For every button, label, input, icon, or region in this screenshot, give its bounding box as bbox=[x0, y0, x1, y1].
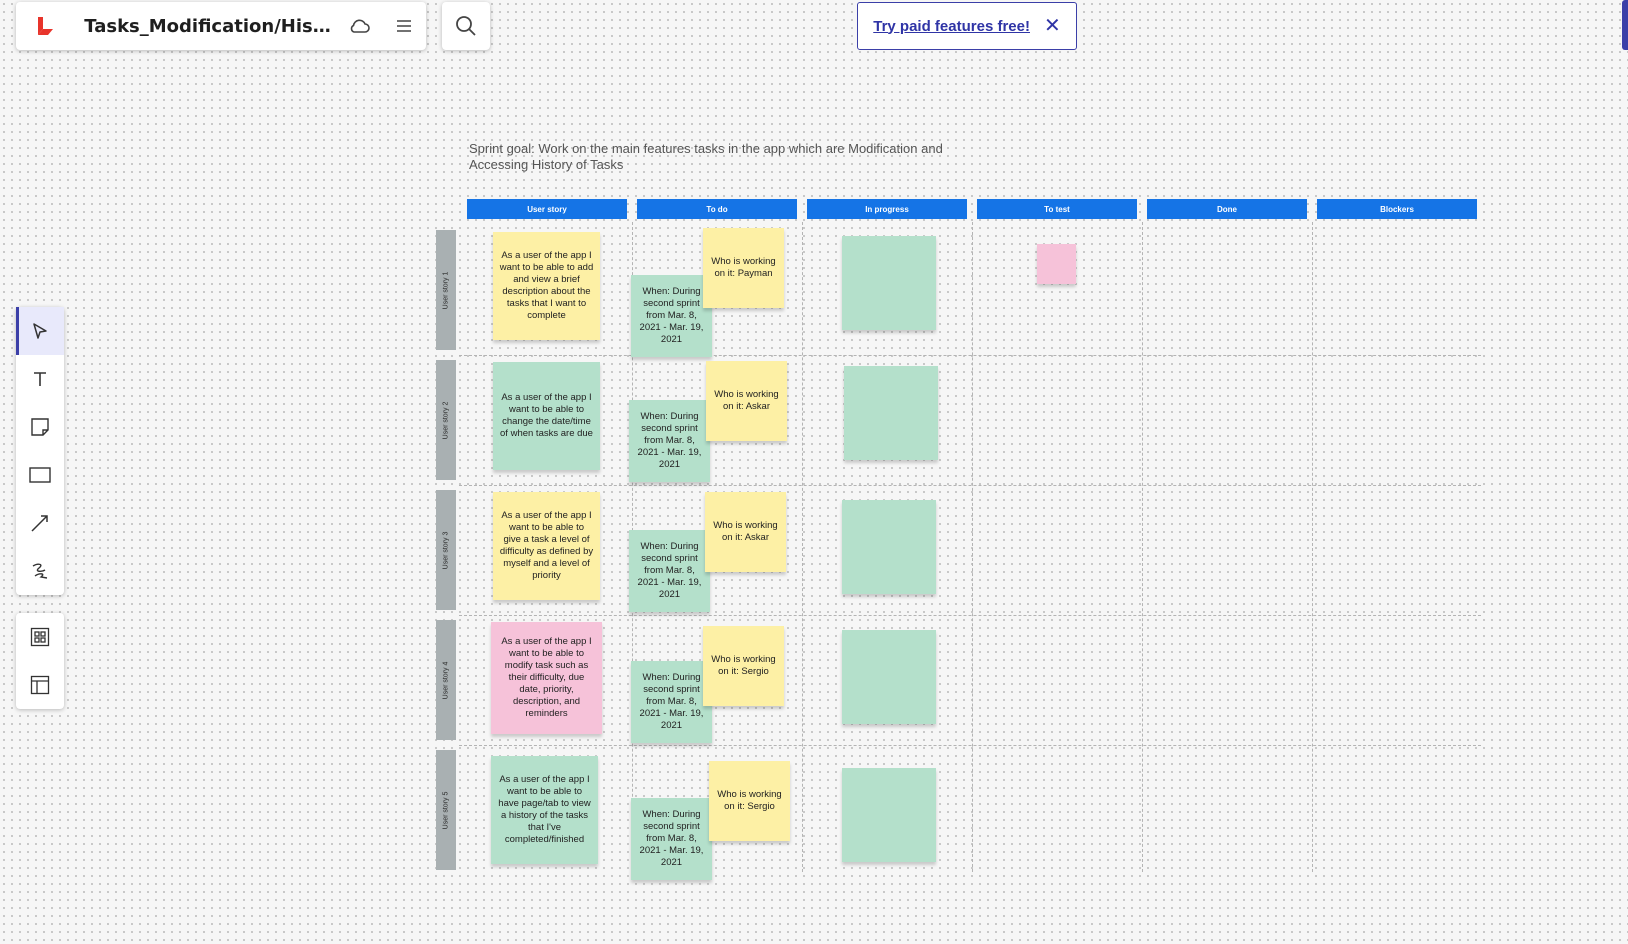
assignee-note[interactable]: Who is working on it: Sergio bbox=[703, 626, 784, 706]
line-tool[interactable] bbox=[16, 499, 64, 547]
row-label-user-story-4[interactable]: User story 4 bbox=[436, 620, 456, 740]
close-icon[interactable]: ✕ bbox=[1044, 16, 1061, 36]
row-label-user-story-5[interactable]: User story 5 bbox=[436, 750, 456, 870]
row-divider bbox=[459, 355, 1481, 356]
assignee-note[interactable]: Who is working on it: Askar bbox=[706, 361, 787, 441]
in-progress-note[interactable] bbox=[842, 630, 936, 724]
in-progress-note[interactable] bbox=[842, 500, 936, 594]
row-divider bbox=[459, 485, 1481, 486]
side-panel-tab[interactable] bbox=[1622, 0, 1628, 50]
column-header-to-do[interactable]: To do bbox=[637, 199, 797, 219]
pen-icon bbox=[32, 563, 48, 579]
tool-panel bbox=[16, 307, 64, 595]
in-progress-note[interactable] bbox=[844, 366, 938, 460]
column-header-done[interactable]: Done bbox=[1147, 199, 1307, 219]
assignee-note[interactable]: Who is working on it: Askar bbox=[705, 492, 786, 572]
when-note[interactable]: When: During second sprint from Mar. 8, … bbox=[629, 530, 710, 612]
column-header-blockers[interactable]: Blockers bbox=[1317, 199, 1477, 219]
column-divider bbox=[972, 222, 973, 872]
frame-icon bbox=[30, 675, 50, 695]
in-progress-note[interactable] bbox=[842, 768, 936, 862]
column-divider bbox=[1142, 222, 1143, 872]
templates-icon bbox=[30, 627, 50, 647]
cloud-sync-icon[interactable] bbox=[337, 2, 382, 50]
row-divider bbox=[459, 615, 1481, 616]
column-divider bbox=[802, 222, 803, 872]
text-tool[interactable] bbox=[16, 355, 64, 403]
pen-tool[interactable] bbox=[16, 547, 64, 595]
app-logo-icon[interactable] bbox=[16, 2, 74, 50]
column-divider bbox=[1312, 222, 1313, 872]
document-title[interactable]: Tasks_Modification/Hist... bbox=[84, 16, 336, 37]
menu-icon[interactable] bbox=[381, 2, 426, 50]
sticky-note-tool[interactable] bbox=[16, 403, 64, 451]
when-note[interactable]: When: During second sprint from Mar. 8, … bbox=[631, 798, 712, 880]
column-header-user-story[interactable]: User story bbox=[467, 199, 627, 219]
document-header: Tasks_Modification/Hist... bbox=[16, 2, 426, 50]
assignee-note[interactable]: Who is working on it: Payman bbox=[703, 228, 784, 308]
when-note[interactable]: When: During second sprint from Mar. 8, … bbox=[629, 400, 710, 482]
select-tool[interactable] bbox=[16, 307, 64, 355]
text-icon bbox=[34, 372, 46, 386]
row-divider bbox=[459, 745, 1481, 746]
select-icon bbox=[33, 323, 47, 339]
row-label-user-story-1[interactable]: User story 1 bbox=[436, 230, 456, 350]
column-header-in-progress[interactable]: In progress bbox=[807, 199, 967, 219]
when-note[interactable]: When: During second sprint from Mar. 8, … bbox=[631, 661, 712, 743]
row-label-user-story-3[interactable]: User story 3 bbox=[436, 490, 456, 610]
row-label-user-story-2[interactable]: User story 2 bbox=[436, 360, 456, 480]
search-icon bbox=[456, 16, 476, 36]
frame-tool[interactable] bbox=[16, 661, 64, 709]
in-progress-note[interactable] bbox=[842, 236, 936, 330]
story-note[interactable]: As a user of the app I want to be able t… bbox=[491, 756, 598, 864]
search-button[interactable] bbox=[442, 2, 490, 50]
sticky-note-icon bbox=[31, 418, 49, 436]
assignee-note[interactable]: Who is working on it: Sergio bbox=[709, 761, 790, 841]
rectangle-icon bbox=[29, 467, 51, 483]
story-note[interactable]: As a user of the app I want to be able t… bbox=[493, 362, 600, 470]
extra-tool-panel bbox=[16, 613, 64, 709]
try-paid-features-link[interactable]: Try paid features free! bbox=[873, 18, 1030, 35]
story-note[interactable]: As a user of the app I want to be able t… bbox=[491, 622, 602, 734]
to-test-note[interactable] bbox=[1037, 244, 1076, 284]
story-note[interactable]: As a user of the app I want to be able t… bbox=[493, 492, 600, 600]
story-note[interactable]: As a user of the app I want to be able t… bbox=[493, 232, 600, 340]
when-note[interactable]: When: During second sprint from Mar. 8, … bbox=[631, 275, 712, 357]
promo-banner: Try paid features free! ✕ bbox=[857, 2, 1077, 50]
line-icon bbox=[31, 515, 48, 532]
rectangle-tool[interactable] bbox=[16, 451, 64, 499]
templates-tool[interactable] bbox=[16, 613, 64, 661]
column-header-to-test[interactable]: To test bbox=[977, 199, 1137, 219]
sprint-goal-text: Sprint goal: Work on the main features t… bbox=[469, 141, 943, 172]
